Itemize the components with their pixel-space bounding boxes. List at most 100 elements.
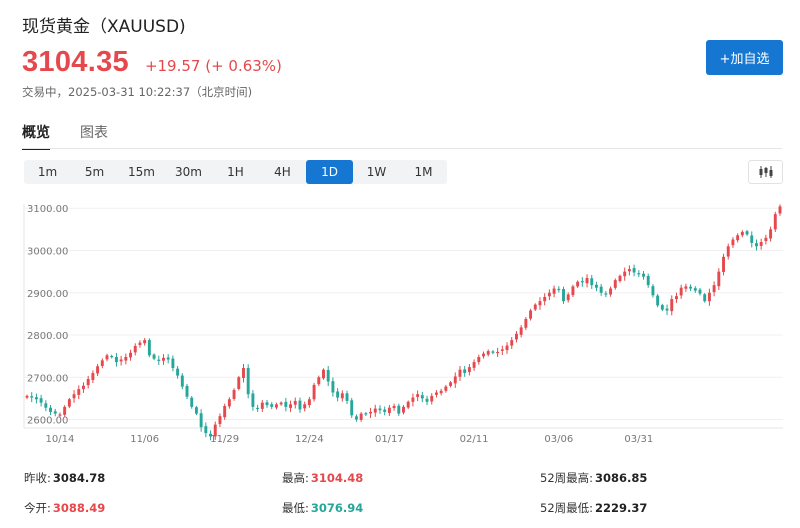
stat-high: 最高: 3104.48: [282, 471, 364, 485]
candle-body: [246, 367, 250, 395]
stat-prev-close: 昨收: 3084.78: [24, 471, 106, 485]
low-value: 3076.94: [310, 501, 364, 515]
candle-body: [204, 426, 208, 434]
last-price: 3104.35: [22, 46, 129, 78]
candle-body: [147, 340, 151, 356]
candle-body: [609, 288, 613, 295]
candle-body: [590, 278, 594, 286]
candle-body: [740, 231, 744, 236]
candle-body: [162, 357, 165, 361]
candle-body: [143, 340, 147, 344]
candle-body: [369, 411, 373, 414]
period-1w[interactable]: 1W: [353, 160, 400, 184]
candle-body: [660, 305, 664, 310]
candle-body: [180, 375, 184, 387]
tab-divider: [22, 148, 782, 149]
instrument-title: 现货黄金（XAUUSD): [22, 17, 186, 37]
candle-body: [331, 381, 335, 393]
period-1m[interactable]: 1m: [24, 160, 71, 184]
candle-body: [91, 373, 95, 380]
candle-body: [717, 271, 721, 287]
candle-body: [698, 289, 702, 294]
candle-body: [260, 402, 264, 409]
candle-body: [562, 289, 565, 302]
period-4h[interactable]: 4H: [259, 160, 306, 184]
candle-body: [467, 367, 471, 373]
y-tick-label: 2800.00: [27, 331, 68, 342]
y-tick-label: 2700.00: [27, 373, 68, 384]
candle-body: [44, 403, 48, 408]
candle-body: [256, 407, 260, 410]
high-52w-value: 3086.85: [595, 471, 648, 485]
candle-body: [265, 402, 269, 406]
candle-body: [463, 369, 467, 374]
candle-body: [425, 398, 429, 402]
candle-body: [326, 370, 330, 382]
candle-body: [486, 351, 490, 355]
period-1m[interactable]: 1M: [400, 160, 447, 184]
candle-body: [439, 390, 443, 394]
candle-body: [251, 393, 255, 407]
candle-body: [317, 377, 321, 385]
tab-chart[interactable]: 图表: [80, 122, 108, 150]
candle-body: [387, 407, 391, 413]
add-watchlist-button[interactable]: +加自选: [706, 40, 783, 75]
candle-body: [25, 395, 29, 398]
candle-body: [185, 385, 189, 397]
candle-body: [514, 333, 518, 340]
candle-body: [632, 268, 636, 273]
candle-body: [152, 354, 156, 359]
candle-body: [171, 358, 175, 368]
period-1d[interactable]: 1D: [306, 160, 353, 184]
candle-body: [430, 395, 434, 402]
candle-body: [477, 356, 481, 363]
candle-body: [759, 242, 763, 246]
candle-body: [49, 407, 52, 412]
period-1h[interactable]: 1H: [212, 160, 259, 184]
candlestick-chart[interactable]: 2600.00 2700.00 2800.00 2900.00 3000.00 3100.…: [0, 194, 800, 454]
candle-body: [416, 394, 420, 397]
candle-body: [96, 366, 100, 374]
candle-body: [778, 206, 782, 214]
candle-body: [129, 352, 132, 358]
candle-body: [100, 360, 104, 366]
candle-body: [623, 271, 627, 277]
candle-body: [524, 318, 528, 328]
candle-body: [124, 356, 128, 361]
candle-body: [505, 345, 509, 351]
candle-body: [119, 359, 123, 362]
candle-body: [745, 231, 749, 235]
chart-type-button[interactable]: [748, 160, 783, 184]
candle-body: [618, 275, 622, 282]
candle-body: [67, 399, 71, 407]
candle-body: [684, 286, 688, 289]
tab-overview[interactable]: 概览: [22, 122, 50, 150]
candle-body: [190, 397, 194, 407]
candle-body: [736, 235, 740, 241]
y-tick-label: 2900.00: [27, 289, 68, 300]
candle-body: [675, 296, 678, 300]
candle-body: [434, 392, 438, 395]
candle-body: [576, 281, 580, 287]
candle-body: [707, 292, 711, 302]
trading-status: 交易中，2025-03-31 10:22:37（北京时间): [22, 85, 253, 99]
candle-body: [34, 397, 38, 400]
period-30m[interactable]: 30m: [165, 160, 212, 184]
candle-body: [580, 281, 584, 283]
x-tick-label: 11/29: [210, 434, 239, 445]
candle-body: [39, 398, 43, 403]
candle-body: [679, 287, 683, 296]
stat-high-52w: 52周最高: 3086.85: [540, 471, 648, 485]
period-15m[interactable]: 15m: [118, 160, 165, 184]
candle-body: [670, 299, 674, 312]
candle-body: [157, 359, 161, 361]
period-5m[interactable]: 5m: [71, 160, 118, 184]
candle-body: [472, 362, 476, 368]
low-52w-value: 2229.37: [595, 501, 648, 515]
candle-body: [703, 294, 707, 302]
candle-body: [651, 286, 655, 296]
candle-body: [646, 276, 650, 286]
candle-body: [604, 293, 608, 295]
prev-close-value: 3084.78: [52, 471, 106, 485]
candle-body: [491, 351, 495, 353]
